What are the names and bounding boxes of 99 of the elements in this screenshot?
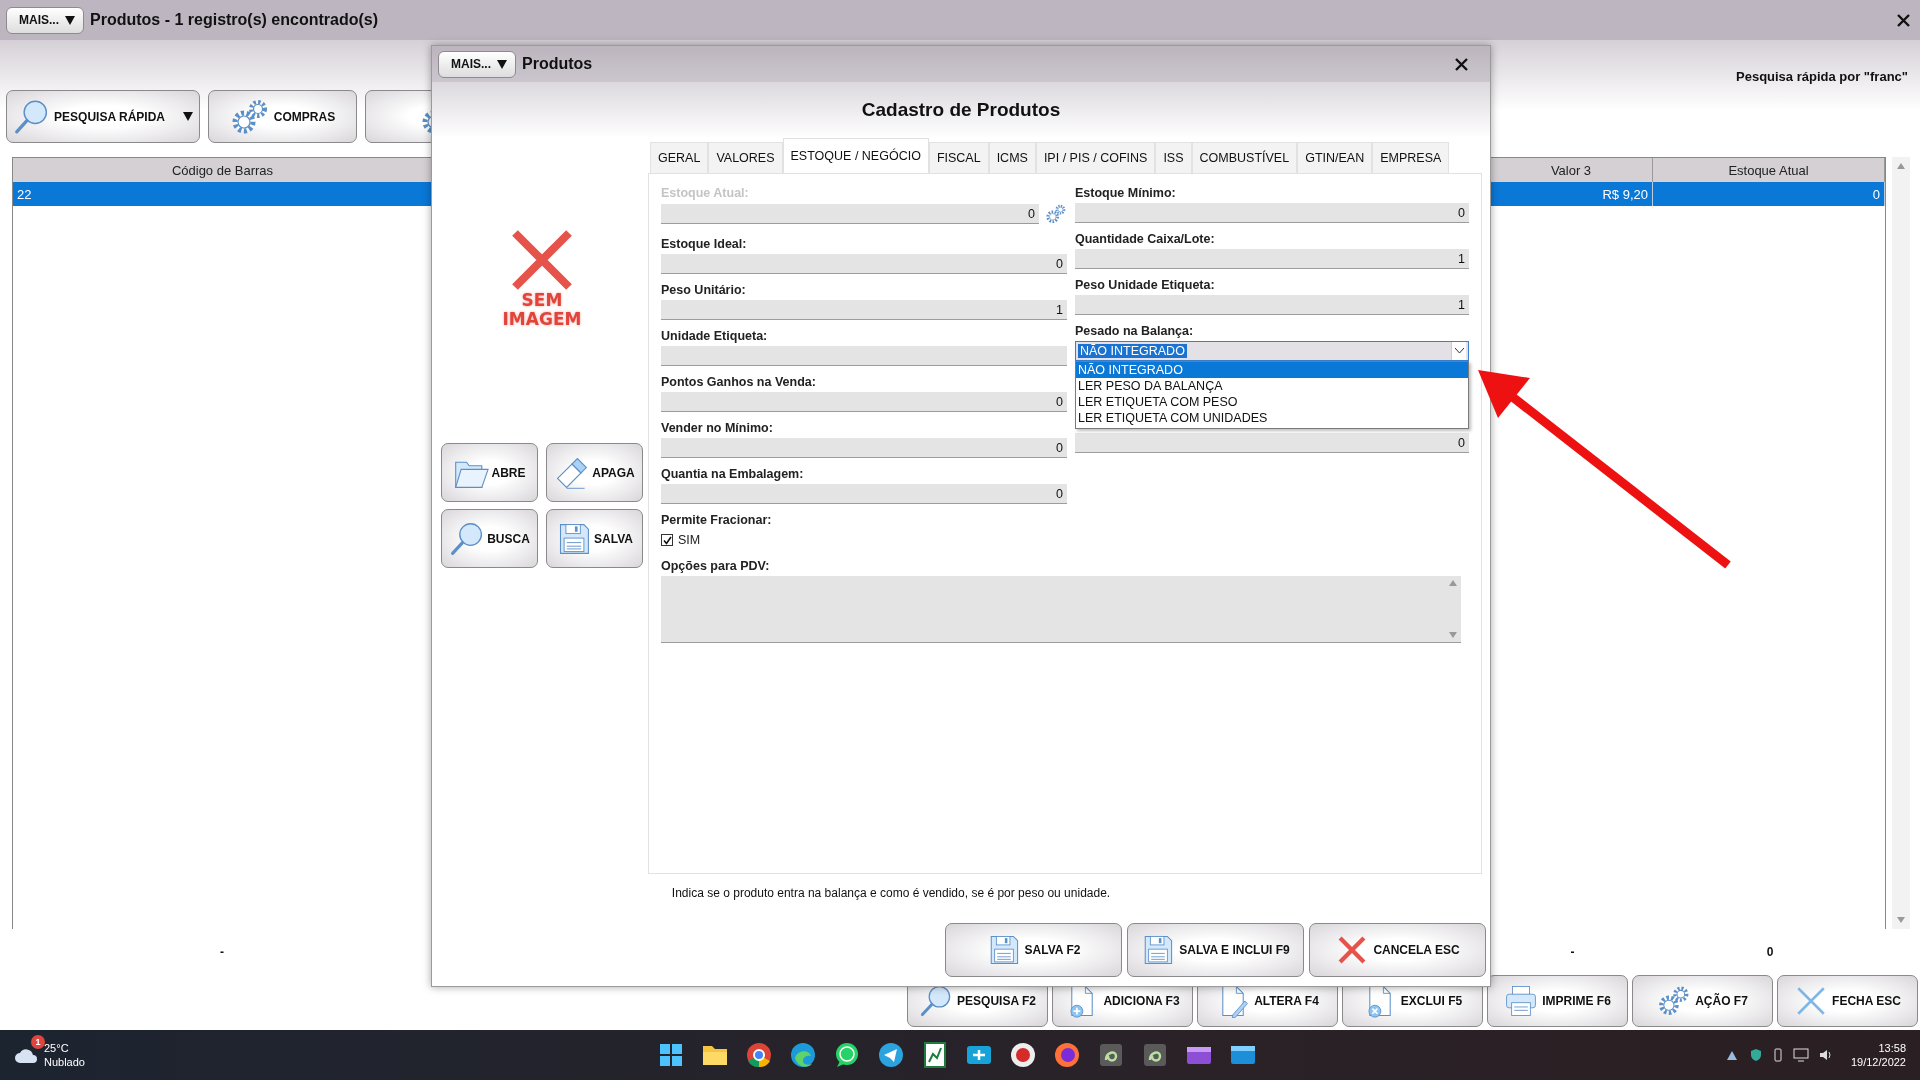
toolbar-button[interactable]: COMPRAS <box>208 90 357 143</box>
dropdown-option[interactable]: LER PESO DA BALANÇA <box>1076 378 1468 394</box>
hint-text: Indica se o produto entra na balança e como é vendido, se é por peso ou unidade. <box>671 886 1111 900</box>
check-icon <box>662 535 672 545</box>
menu-button[interactable]: MAIS... <box>6 6 84 34</box>
gears-icon <box>1045 203 1067 225</box>
cloud-icon[interactable] <box>14 1046 38 1064</box>
image-button[interactable]: SALVA <box>546 509 643 568</box>
tab[interactable]: GERAL <box>650 142 709 173</box>
search-info: Pesquisa rápida por "franc" <box>1736 69 1908 86</box>
field-label: Quantidade Caixa/Lote: <box>1075 231 1216 248</box>
tab[interactable]: ICMS <box>988 142 1036 173</box>
caret-icon <box>497 59 507 69</box>
tab[interactable]: VALORES <box>708 142 783 173</box>
field-label: Quantia na Embalagem: <box>661 466 805 483</box>
number-field[interactable]: 0 <box>661 438 1067 458</box>
dropdown-option[interactable]: LER ETIQUETA COM PESO <box>1076 394 1468 410</box>
tab[interactable]: FISCAL <box>928 142 989 173</box>
app-icon[interactable] <box>966 1043 992 1067</box>
number-field[interactable] <box>661 346 1067 366</box>
field-label: Vender no Mínimo: <box>661 420 774 437</box>
field-label: Pesado na Balança: <box>1075 323 1195 340</box>
footer-total: - <box>219 945 225 959</box>
app-icon[interactable] <box>1010 1042 1036 1068</box>
usb-icon[interactable] <box>1772 1048 1783 1062</box>
image-button[interactable]: ABRE <box>441 443 538 502</box>
dialog-title: Produtos <box>522 55 593 73</box>
number-field[interactable]: 1 <box>1075 249 1469 269</box>
browser-icon[interactable] <box>1054 1042 1080 1068</box>
number-field[interactable]: 1 <box>1075 295 1469 315</box>
weather-condition: Nublado <box>44 1055 85 1069</box>
caret-icon <box>65 15 75 25</box>
app-icon[interactable] <box>1142 1042 1168 1068</box>
dialog-button[interactable]: SALVA F2 <box>945 923 1122 977</box>
action-button[interactable]: AÇÃO F7 <box>1632 975 1773 1027</box>
shield-icon[interactable] <box>1748 1048 1763 1062</box>
number-field[interactable]: 0 <box>661 254 1067 274</box>
chevron-down-icon <box>1454 348 1464 354</box>
clock-date: 19/12/2022 <box>1850 1055 1906 1069</box>
number-field[interactable]: 1 <box>661 300 1067 320</box>
tab[interactable]: ESTOQUE / NEGÓCIO <box>782 138 929 173</box>
table-cell: 0 <box>1653 182 1885 206</box>
printer-icon <box>1504 984 1539 1018</box>
image-button[interactable]: BUSCA <box>441 509 538 568</box>
browser-icon[interactable] <box>790 1042 816 1068</box>
action-button[interactable]: IMPRIME F6 <box>1487 975 1628 1027</box>
form-heading: Cadastro de Produtos <box>861 99 1061 121</box>
browser-icon[interactable] <box>746 1042 772 1068</box>
dropdown-option[interactable]: LER ETIQUETA COM UNIDADES <box>1076 410 1468 426</box>
folder-icon[interactable] <box>702 1043 728 1067</box>
checkbox[interactable]: SIM <box>661 533 1067 547</box>
field-label: Pontos Ganhos na Venda: <box>661 374 817 391</box>
scroll-up-icon[interactable] <box>1897 163 1905 169</box>
chat-icon[interactable] <box>834 1042 860 1068</box>
tab[interactable]: IPI / PIS / COFINS <box>1035 142 1156 173</box>
dropdown-field[interactable]: NÃO INTEGRADO <box>1075 341 1469 361</box>
app-icon[interactable] <box>1230 1043 1256 1067</box>
number-field[interactable]: 0 <box>1075 433 1469 453</box>
spreadsheet-icon[interactable] <box>923 1042 947 1068</box>
close-icon <box>1455 57 1468 71</box>
image-button[interactable]: APAGA <box>546 443 643 502</box>
tab[interactable]: COMBUSTÍVEL <box>1191 142 1298 173</box>
field-label: Opções para PDV: <box>661 558 771 575</box>
field-label: Permite Fracionar: <box>661 512 773 529</box>
footer-total: 0 <box>1765 945 1775 959</box>
field-label: Estoque Atual: <box>661 185 750 202</box>
dropdown-option[interactable]: NÃO INTEGRADO <box>1076 362 1468 378</box>
field-label: Estoque Mínimo: <box>1075 185 1177 202</box>
no-image-label: SEM IMAGEM <box>501 291 583 329</box>
notification-badge: 1 <box>31 1035 45 1049</box>
footer-total: - <box>1569 945 1576 959</box>
tab[interactable]: ISS <box>1155 142 1192 173</box>
number-field[interactable]: 0 <box>661 392 1067 412</box>
scrollbar[interactable] <box>1892 157 1910 929</box>
tab[interactable]: GTIN/EAN <box>1297 142 1373 173</box>
caret-icon <box>183 112 193 121</box>
field-label: Peso Unidade Etiqueta: <box>1075 277 1216 294</box>
number-field[interactable]: 0 <box>1075 203 1469 223</box>
scroll-down-icon[interactable] <box>1897 917 1905 923</box>
field-label: Estoque Ideal: <box>661 236 748 253</box>
monitor-icon[interactable] <box>1792 1048 1809 1062</box>
clock-time: 13:58 <box>1878 1041 1906 1055</box>
toolbar-button[interactable]: PESQUISA RÁPIDA <box>6 90 200 143</box>
speaker-icon[interactable] <box>1818 1048 1833 1062</box>
app-icon[interactable] <box>1098 1042 1124 1068</box>
tab[interactable]: EMPRESA <box>1372 142 1450 173</box>
action-button[interactable]: FECHA ESC <box>1777 975 1918 1027</box>
close-icon <box>1897 13 1910 27</box>
paper-plane-icon[interactable] <box>878 1042 904 1068</box>
cross-icon <box>511 229 573 291</box>
dialog-button[interactable]: CANCELA ESC <box>1309 923 1486 977</box>
field-label: Peso Unitário: <box>661 282 747 299</box>
number-field[interactable]: 0 <box>661 484 1067 504</box>
menu-button[interactable]: MAIS... <box>438 50 516 78</box>
window-title: Produtos - 1 registro(s) encontrado(s) <box>90 11 379 29</box>
start-icon[interactable] <box>659 1043 683 1067</box>
field-label: Unidade Etiqueta: <box>661 328 769 345</box>
dialog-button[interactable]: SALVA E INCLUI F9 <box>1127 923 1304 977</box>
temperature: 25°C <box>44 1041 70 1055</box>
